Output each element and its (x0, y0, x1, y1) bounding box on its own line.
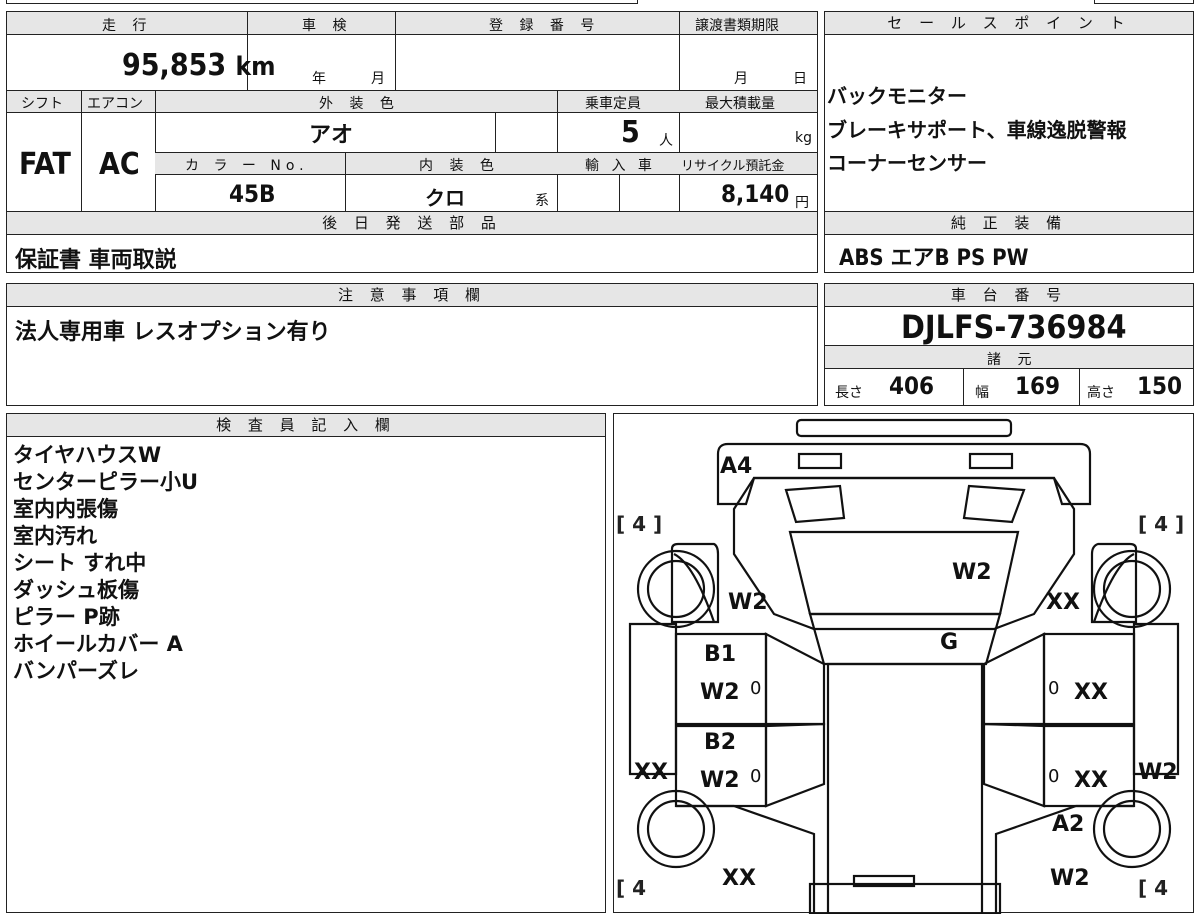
top-strip (6, 0, 638, 4)
mileage-value: 95,853 km (122, 48, 276, 83)
mark-zero: 0 (750, 766, 762, 787)
transfer-header: 譲渡書類期限 (695, 18, 779, 34)
interior-header: 内 装 色 (419, 158, 500, 174)
chassis-section: 車 台 番 号 DJLFS-736984 諸 元 長さ 406 幅 169 高さ… (824, 283, 1194, 406)
length-value: 406 (889, 372, 935, 400)
mark-zero: 0 (750, 678, 762, 699)
sales-points-section: セ ー ル ス ポ イ ン ト バックモニター ブレーキサポート、車線逸脱警報 … (824, 11, 1194, 213)
recycle-header: リサイクル預託金 (681, 159, 785, 174)
ac-header: エアコン (87, 96, 143, 112)
height-label: 高さ (1087, 385, 1115, 401)
inspection-year: 年 (312, 71, 326, 87)
notes-value: 法人専用車 レスオプション有り (15, 320, 331, 345)
colorno-value: 45B (229, 180, 276, 208)
later-value: 保証書 車両取説 (15, 248, 177, 273)
height-value: 150 (1137, 372, 1183, 400)
import-header: 輸 入 車 (585, 158, 656, 174)
width-value: 169 (1015, 372, 1061, 400)
equipment-value: ABS エアB PS PW (839, 246, 1029, 271)
inspector-note: シート すれ中 (13, 551, 147, 575)
maxload-unit: kg (795, 130, 812, 146)
exterior-value: アオ (309, 123, 354, 148)
interior-value: クロ (425, 186, 465, 210)
mark-right-fender: XX (1046, 590, 1080, 615)
exterior-header: 外 装 色 (319, 96, 400, 112)
length-label: 長さ (835, 385, 863, 401)
mark-front-bumper: A4 (720, 454, 753, 479)
inspector-note: 室内汚れ (13, 524, 97, 548)
inspector-note: ピラー P跡 (13, 605, 120, 629)
sales-point-3: コーナーセンサー (827, 151, 987, 175)
later-parts-section: 後 日 発 送 部 品 保証書 車両取説 (6, 211, 818, 273)
inspector-note: タイヤハウスW (13, 443, 162, 467)
notes-header: 注 意 事 項 欄 (7, 284, 817, 307)
colorno-header: カ ラ ー No. (185, 158, 309, 174)
mark-left-rear-door-1: B2 (704, 730, 737, 755)
top-strip-right (1094, 0, 1194, 4)
mark-zero: 0 (1048, 678, 1060, 699)
sales-point-1: バックモニター (827, 84, 967, 108)
mark-right-rear: A2 (1052, 812, 1085, 837)
width-label: 幅 (975, 385, 989, 401)
inspector-note: 室内内張傷 (13, 497, 118, 521)
equipment-section: 純 正 装 備 ABS エアB PS PW (824, 211, 1194, 273)
mark-zero: 0 (1048, 766, 1060, 787)
tire-rl-rating: [ 4 (616, 876, 647, 900)
tire-fl-rating: [ 4 ] (616, 512, 663, 536)
later-header: 後 日 発 送 部 品 (7, 212, 817, 235)
mark-left-front-door-2: W2 (700, 680, 740, 705)
inspector-note: ホイールカバー A (13, 632, 183, 656)
mark-left-rear-quarter: XX (722, 866, 756, 891)
chassis-value: DJLFS-736984 (901, 308, 1127, 346)
inspector-note: センターピラー小U (13, 470, 199, 494)
interior-unit: 系 (535, 193, 549, 209)
mark-left-front-door-1: B1 (704, 642, 737, 667)
mileage-header: 走 行 (102, 18, 153, 34)
recycle-unit: 円 (795, 195, 809, 211)
mark-hood: W2 (952, 560, 992, 585)
sales-point-2: ブレーキサポート、車線逸脱警報 (827, 118, 1127, 142)
transfer-day: 日 (793, 71, 807, 87)
inspector-note: バンパーズレ (13, 659, 139, 683)
mark-left-side: XX (634, 760, 668, 785)
transfer-month: 月 (734, 71, 748, 87)
sales-header: セ ー ル ス ポ イ ン ト (825, 12, 1193, 35)
mark-windshield: G (940, 630, 959, 655)
inspector-note: ダッシュ板傷 (13, 578, 139, 602)
capacity-unit: 人 (659, 133, 673, 149)
equipment-header: 純 正 装 備 (825, 212, 1193, 235)
maxload-header: 最大積載量 (705, 96, 775, 112)
mark-right-side: W2 (1138, 760, 1178, 785)
mark-left-fender: W2 (728, 590, 768, 615)
specs-header: 諸 元 (987, 352, 1038, 368)
tire-rr-rating: [ 4 (1138, 876, 1169, 900)
mark-right-rear-quarter: W2 (1050, 866, 1090, 891)
vehicle-info-table: 走 行 車 検 登 録 番 号 譲渡書類期限 95,853 km 年 月 月 日… (6, 11, 818, 214)
shift-value: FAT (19, 147, 71, 182)
capacity-value: 5 (621, 115, 640, 150)
capacity-header: 乗車定員 (585, 96, 641, 112)
inspector-section: 検 査 員 記 入 欄 タイヤハウスW センターピラー小U 室内内張傷 室内汚れ… (6, 413, 606, 913)
car-outline (628, 418, 1180, 914)
inspection-month: 月 (371, 71, 385, 87)
recycle-value: 8,140 (721, 180, 790, 208)
tire-fr-rating: [ 4 ] (1138, 512, 1185, 536)
notes-section: 注 意 事 項 欄 法人専用車 レスオプション有り (6, 283, 818, 406)
inspector-header: 検 査 員 記 入 欄 (7, 414, 605, 437)
chassis-header: 車 台 番 号 (825, 284, 1193, 307)
mark-left-rear-door-2: W2 (700, 768, 740, 793)
ac-value: AC (99, 147, 140, 182)
inspection-header: 車 検 (302, 18, 353, 34)
registration-header: 登 録 番 号 (489, 18, 601, 34)
mark-right-rear-door: XX (1074, 768, 1108, 793)
shift-header: シフト (21, 96, 63, 112)
mark-right-front-door: XX (1074, 680, 1108, 705)
damage-diagram: [ 4 ] [ 4 ] [ 4 [ 4 A4 W2 W2 XX G B1 W2 … (613, 413, 1194, 914)
